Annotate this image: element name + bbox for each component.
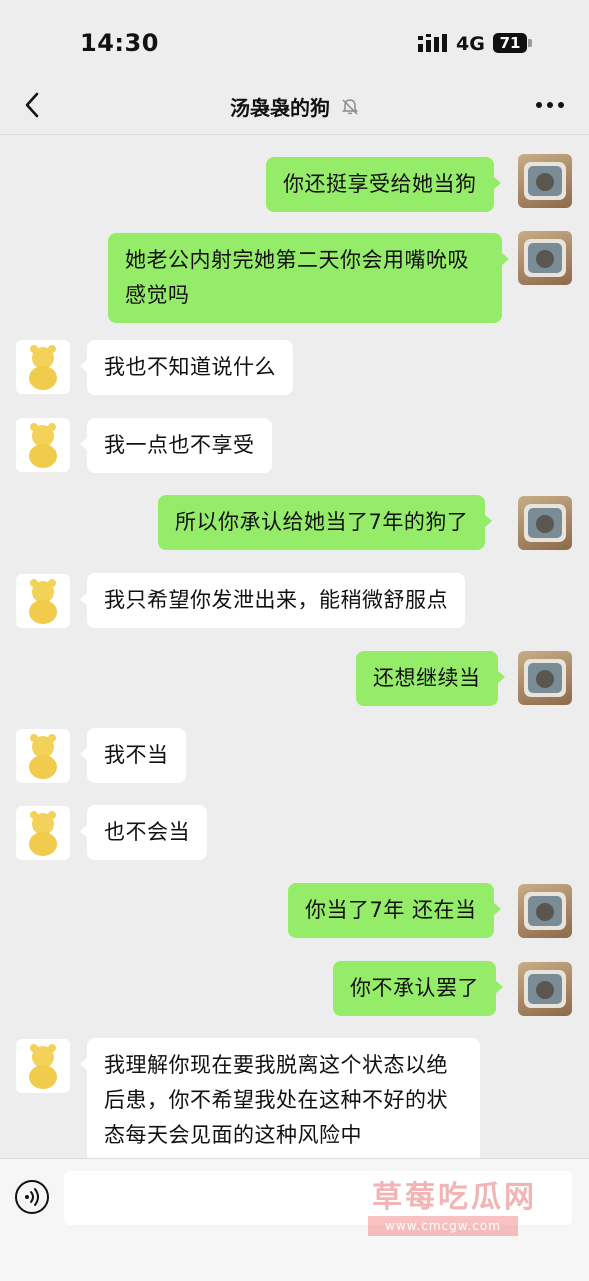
bear-avatar-icon	[29, 345, 57, 390]
watermark-title: 草莓吃瓜网	[372, 1180, 537, 1215]
self-avatar[interactable]	[518, 884, 572, 938]
network-type: 4G	[456, 33, 485, 55]
signal-icon	[418, 34, 447, 52]
message-bubble-self[interactable]: 她老公内射完她第二天你会用嘴吮吸感觉吗	[108, 233, 509, 323]
contact-avatar[interactable]	[16, 418, 70, 472]
message-bubble-self[interactable]: 所以你承认给她当了7年的狗了	[158, 495, 493, 550]
contact-avatar[interactable]	[16, 340, 70, 394]
self-avatar[interactable]	[518, 496, 572, 550]
bear-avatar-icon	[29, 423, 57, 468]
self-avatar[interactable]	[518, 231, 572, 285]
contact-avatar[interactable]	[16, 729, 70, 783]
mute-bell-icon	[342, 98, 358, 114]
tv-cat-avatar-icon	[524, 162, 566, 200]
bear-avatar-icon	[29, 1044, 57, 1089]
message-bubble-contact[interactable]: 我理解你现在要我脱离这个状态以绝后患，你不希望我处在这种不好的状态每天会见面的这…	[80, 1038, 480, 1163]
status-time: 14:30	[80, 29, 159, 57]
tv-cat-avatar-icon	[524, 239, 566, 277]
message-bubble-contact[interactable]: 我一点也不享受	[80, 418, 272, 473]
self-avatar[interactable]	[518, 651, 572, 705]
tv-cat-avatar-icon	[524, 504, 566, 542]
watermark-url: www.cmcgw.com	[368, 1216, 518, 1236]
chat-title-text: 汤袅袅的狗	[230, 96, 331, 120]
voice-input-icon[interactable]	[14, 1179, 50, 1215]
contact-avatar[interactable]	[16, 806, 70, 860]
bear-avatar-icon	[29, 811, 57, 856]
self-avatar[interactable]	[518, 154, 572, 208]
message-bubble-contact[interactable]: 我只希望你发泄出来，能稍微舒服点	[80, 573, 465, 628]
more-options-icon[interactable]	[535, 100, 565, 110]
message-bubble-self[interactable]: 你不承认罢了	[333, 961, 503, 1016]
bear-avatar-icon	[29, 579, 57, 624]
tv-cat-avatar-icon	[524, 892, 566, 930]
contact-avatar[interactable]	[16, 1039, 70, 1093]
battery-icon: 71	[493, 33, 527, 53]
tv-cat-avatar-icon	[524, 659, 566, 697]
message-bubble-self[interactable]: 你还挺享受给她当狗	[266, 157, 500, 212]
contact-avatar[interactable]	[16, 574, 70, 628]
message-bubble-self[interactable]: 你当了7年 还在当	[288, 883, 501, 938]
battery-tip	[528, 39, 532, 47]
message-bubble-self[interactable]: 还想继续当	[356, 651, 504, 706]
status-bar: 14:30 4G 71	[0, 0, 589, 88]
message-bubble-contact[interactable]: 我不当	[80, 728, 186, 783]
tv-cat-avatar-icon	[524, 970, 566, 1008]
chat-header: 汤袅袅的狗	[0, 80, 589, 135]
bear-avatar-icon	[29, 734, 57, 779]
message-bubble-contact[interactable]: 也不会当	[80, 805, 207, 860]
message-bubble-contact[interactable]: 我也不知道说什么	[80, 340, 293, 395]
chat-title: 汤袅袅的狗	[0, 92, 589, 121]
self-avatar[interactable]	[518, 962, 572, 1016]
